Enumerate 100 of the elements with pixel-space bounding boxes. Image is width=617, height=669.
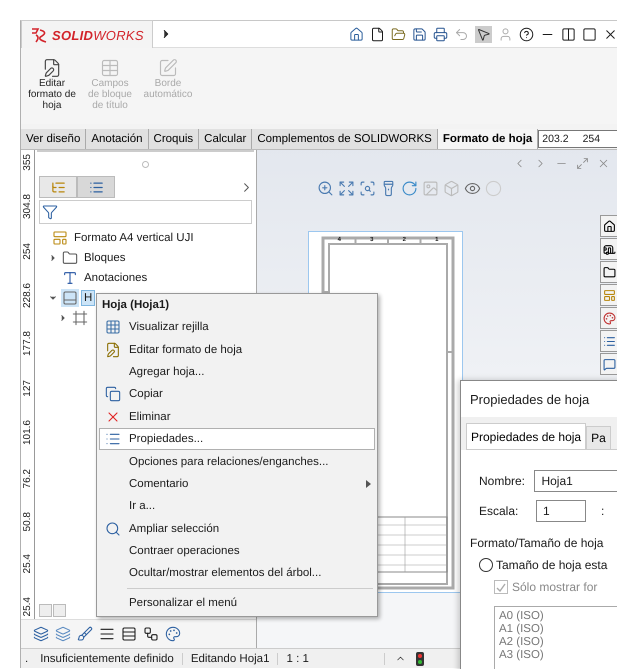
ruler-label: 203.2 — [542, 133, 569, 145]
zoom-selection-icon[interactable] — [359, 180, 376, 197]
edit-sheet-icon — [105, 342, 121, 358]
list-item[interactable]: A3 (ISO) — [499, 649, 617, 662]
menu-item[interactable]: Ir a... — [99, 495, 375, 518]
status-text: Insuficientemente definido — [32, 652, 183, 664]
border-icon — [158, 58, 178, 78]
menu-item-label: Copiar — [129, 388, 163, 400]
list-item[interactable]: A0 (ISO) — [499, 610, 617, 623]
sheet-size-list[interactable]: A0 (ISO) A1 (ISO) A2 (ISO) A3 (ISO) — [494, 606, 617, 669]
menu-item[interactable]: Personalizar el menú — [99, 592, 375, 614]
menu-item[interactable]: Agregar hoja... — [99, 360, 375, 384]
appearance-icon[interactable] — [600, 307, 617, 329]
sheet-icon — [62, 290, 78, 306]
ribbon-tab[interactable]: Ver diseño — [21, 129, 86, 149]
menu-item-label: Editar formato de hoja — [129, 344, 242, 356]
menu-item-label: Comentario — [129, 478, 188, 490]
checkbox-label: Sólo mostrar for — [512, 580, 598, 594]
tree-item[interactable]: Bloques — [81, 250, 129, 266]
list-item[interactable]: A2 (ISO) — [499, 636, 617, 649]
copy-icon — [105, 386, 121, 402]
menu-item[interactable]: Propiedades... — [99, 428, 375, 450]
line-style-icon — [121, 626, 137, 642]
ruler-label: 177.8 — [22, 331, 33, 356]
help-icon[interactable] — [519, 26, 534, 42]
ruler-label: 355 — [22, 154, 33, 171]
menu-item-label: Visualizar rejilla — [129, 321, 209, 334]
name-field[interactable]: Hoja1 — [534, 470, 617, 492]
folder-icon[interactable] — [600, 261, 617, 283]
menu-item-label: Eliminar — [129, 410, 171, 423]
menu-item-label: Ocultar/mostrar elementos del árbol... — [129, 567, 322, 580]
list-item[interactable]: A1 (ISO) — [499, 623, 617, 636]
menu-item[interactable]: Editar formato de hoja — [99, 338, 375, 361]
annotation-folder-icon — [62, 270, 78, 286]
ribbon-tab[interactable]: Anotación — [86, 129, 149, 149]
ribbon-command[interactable]: Editar formato de hoja — [25, 58, 79, 120]
menu-item[interactable]: Copiar — [99, 383, 375, 406]
status-text: Editando Hoja1 — [182, 652, 278, 664]
menu-item[interactable]: Ocultar/mostrar elementos del árbol... — [99, 562, 375, 585]
scale-field[interactable]: 1 — [536, 500, 586, 522]
ribbon-tab[interactable]: Croquis — [148, 129, 200, 149]
comment-icon[interactable] — [600, 353, 617, 375]
tree-icon — [50, 180, 66, 194]
menu-item-label: Ampliar selección — [129, 522, 220, 535]
property-tab[interactable] — [77, 176, 115, 198]
home-icon[interactable] — [349, 26, 364, 42]
radio-button[interactable] — [479, 558, 493, 572]
filter-field[interactable] — [39, 200, 252, 224]
tree-item[interactable]: Formato A4 vertical UJI — [71, 230, 197, 246]
ruler-label: 25.4 — [22, 597, 33, 617]
zoom-fit-icon[interactable] — [317, 180, 334, 197]
select-pointer-icon[interactable] — [476, 26, 491, 42]
grip-handle-icon[interactable] — [142, 160, 149, 168]
field-label: Escala: — [479, 504, 520, 518]
menu-item-label: Agregar hoja... — [129, 366, 204, 378]
print-icon[interactable] — [433, 26, 448, 42]
maximize-icon[interactable] — [582, 26, 597, 42]
tree-item[interactable]: H — [81, 290, 96, 306]
properties-icon[interactable] — [600, 330, 617, 352]
brush-icon — [77, 626, 93, 642]
dialog-title: Propiedades de hoja — [470, 392, 590, 406]
menu-item[interactable]: Visualizar rejilla — [99, 316, 375, 338]
layer-icon — [55, 626, 71, 642]
field-label: Nombre: — [479, 474, 526, 488]
menu-item-label: Contraer operaciones — [129, 545, 240, 558]
save-icon[interactable] — [412, 26, 427, 42]
new-document-icon[interactable] — [370, 26, 385, 42]
menu-item-label: Opciones para relaciones/enganches... — [129, 456, 328, 468]
menu-item-label: Ir a... — [129, 500, 156, 512]
radio-label: Tamaño de hoja esta — [496, 558, 608, 572]
menu-item[interactable]: Ampliar selección — [99, 518, 375, 540]
rotate-icon[interactable] — [401, 180, 418, 197]
tree-item[interactable]: Anotaciones — [81, 270, 150, 286]
open-folder-icon[interactable] — [391, 26, 406, 42]
line-weight-icon — [99, 626, 115, 642]
ruler-label: 101.6 — [22, 420, 33, 446]
feature-tree-tab[interactable] — [39, 176, 77, 198]
traffic-light-icon — [416, 652, 424, 666]
color-display-icon — [165, 626, 181, 642]
menu-title: Hoja (Hoja1) — [101, 298, 170, 313]
menu-item[interactable]: Contraer operaciones — [99, 540, 375, 562]
sheet-format-icon — [52, 230, 68, 246]
menu-item[interactable]: Comentario — [99, 472, 375, 496]
restore-icon[interactable] — [576, 157, 589, 170]
menu-item[interactable]: Eliminar — [99, 406, 375, 428]
filter-icon — [42, 204, 58, 220]
menu-item[interactable]: Opciones para relaciones/enganches... — [99, 450, 375, 473]
status-text: . — [24, 652, 30, 664]
dialog-tab[interactable]: Pa — [586, 426, 611, 449]
dialog-tab[interactable]: Propiedades de hoja — [466, 423, 586, 449]
ruler-label: 76.2 — [22, 468, 33, 488]
eye-icon[interactable] — [464, 180, 481, 197]
home-icon[interactable] — [600, 215, 617, 237]
list-icon — [88, 180, 104, 194]
menu-item-label: Personalizar el menú — [129, 596, 238, 609]
edit-sheet-icon — [42, 58, 62, 78]
group-label: Formato/Tamaño de hoja — [470, 536, 604, 550]
ribbon-tab[interactable]: Complementos de SOLIDWORKS — [252, 129, 438, 149]
zoom-area-icon[interactable] — [338, 180, 355, 197]
ribbon-tab[interactable]: Calcular — [199, 129, 252, 149]
